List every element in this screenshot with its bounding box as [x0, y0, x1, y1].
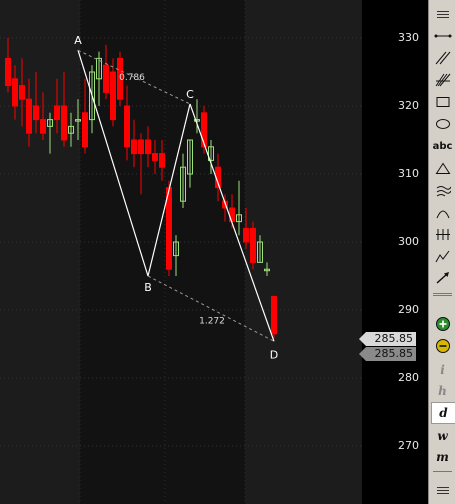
arc-icon[interactable] — [431, 202, 454, 222]
wave-icon[interactable] — [431, 180, 454, 200]
candle-body — [54, 105, 60, 121]
drawing-toolbar: abc i h d w m — [428, 0, 455, 504]
candle-body — [40, 119, 46, 134]
candle-body — [82, 112, 88, 148]
candle-body — [138, 139, 144, 155]
menu-icon-bottom[interactable] — [431, 480, 454, 500]
candle-body — [110, 71, 116, 121]
session-band — [0, 0, 80, 504]
candle-body — [19, 85, 25, 100]
horizontal-line-icon[interactable] — [431, 26, 454, 46]
candle-body — [61, 105, 67, 141]
chart-area[interactable]: A B C D 0.786 1.272 — [0, 0, 362, 504]
candle-body — [271, 295, 277, 335]
candle-body — [26, 98, 32, 134]
parallel-lines-icon[interactable] — [431, 48, 454, 68]
zigzag-icon[interactable] — [431, 246, 454, 266]
pattern-point-label: A — [74, 34, 82, 47]
interval-w[interactable]: w — [431, 426, 454, 446]
rectangle-icon[interactable] — [431, 92, 454, 112]
current-price-tag: 285.85 — [359, 347, 416, 361]
price-chart[interactable]: A B C D 0.786 1.272 — [0, 0, 362, 504]
candle-body — [229, 207, 235, 223]
zoom-in-icon[interactable] — [431, 314, 454, 334]
candle-body — [166, 187, 172, 270]
y-tick-label: 270 — [398, 439, 419, 452]
interval-i[interactable]: i — [431, 360, 454, 380]
pattern-point-label: B — [144, 281, 152, 294]
price-axis[interactable]: 330 320 310 300 290 280 270 285.85 285.85 — [359, 0, 427, 504]
y-tick-label: 280 — [398, 371, 419, 384]
toolbar-separator — [431, 292, 454, 298]
candle-body — [250, 227, 256, 263]
candle-body — [33, 105, 39, 121]
y-tick-label: 310 — [398, 167, 419, 180]
interval-m[interactable]: m — [431, 447, 454, 467]
arrow-icon[interactable] — [431, 268, 454, 288]
pattern-point-label: C — [186, 88, 194, 101]
y-tick-label: 290 — [398, 303, 419, 316]
y-tick-label: 320 — [398, 99, 419, 112]
candle-body — [103, 64, 109, 93]
ratio-label-bd: 1.272 — [199, 317, 225, 327]
candle-body — [5, 57, 11, 87]
interval-d[interactable]: d — [431, 402, 455, 424]
current-price-tag: 285.85 — [359, 332, 416, 346]
candle-body — [159, 153, 165, 168]
candle-body — [145, 139, 151, 155]
fan-lines-icon[interactable] — [431, 70, 454, 90]
interval-h[interactable]: h — [431, 381, 454, 401]
menu-icon[interactable] — [431, 4, 454, 24]
candle-body — [152, 153, 158, 161]
candle-body — [124, 105, 130, 148]
candle-body — [201, 112, 207, 148]
toolbar-separator-2 — [431, 470, 454, 476]
y-tick-label: 300 — [398, 235, 419, 248]
text-tool[interactable]: abc — [431, 136, 454, 156]
ratio-label-ac: 0.786 — [119, 73, 145, 83]
pattern-point-label: D — [270, 348, 278, 361]
ellipse-icon[interactable] — [431, 114, 454, 134]
candle-body — [12, 78, 18, 107]
ruler-icon[interactable] — [431, 224, 454, 244]
candle-body — [243, 227, 249, 243]
triangle-icon[interactable] — [431, 158, 454, 178]
y-tick-label: 330 — [398, 31, 419, 44]
zoom-out-icon[interactable] — [431, 336, 454, 356]
candle-body — [131, 139, 137, 155]
